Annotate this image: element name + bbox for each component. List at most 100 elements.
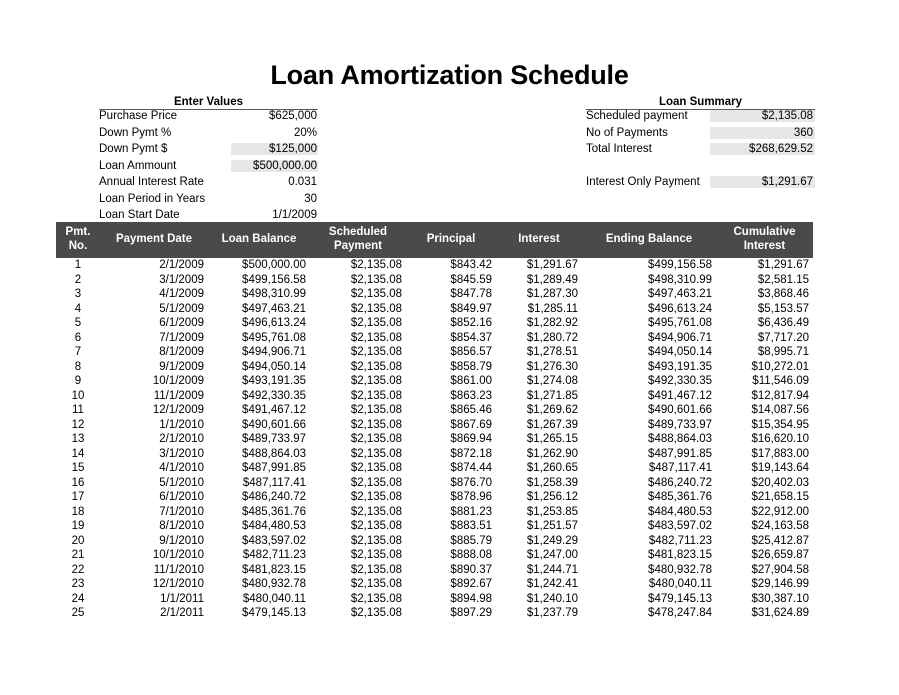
cell-payment_date: 1/1/2010 <box>100 418 208 433</box>
cell-cumulative: $16,620.10 <box>716 432 813 447</box>
cell-principal: $845.59 <box>406 273 496 288</box>
cell-interest: $1,278.51 <box>496 345 582 360</box>
cell-pmt_no: 11 <box>56 403 100 418</box>
cell-interest: $1,274.08 <box>496 374 582 389</box>
cell-loan_balance: $480,932.78 <box>208 577 310 592</box>
cell-loan_balance: $481,823.15 <box>208 563 310 578</box>
cell-scheduled: $2,135.08 <box>310 403 406 418</box>
cell-principal: $876.70 <box>406 476 496 491</box>
cell-ending_balance: $485,361.76 <box>582 490 716 505</box>
cell-loan_balance: $498,310.99 <box>208 287 310 302</box>
cell-cumulative: $26,659.87 <box>716 548 813 563</box>
cell-payment_date: 8/1/2009 <box>100 345 208 360</box>
cell-pmt_no: 24 <box>56 592 100 607</box>
loan-summary-value[interactable]: $268,629.52 <box>710 143 815 155</box>
cell-cumulative: $6,436.49 <box>716 316 813 331</box>
cell-cumulative: $8,995.71 <box>716 345 813 360</box>
cell-ending_balance: $482,711.23 <box>582 534 716 549</box>
cell-cumulative: $25,412.87 <box>716 534 813 549</box>
cell-principal: $869.94 <box>406 432 496 447</box>
cell-ending_balance: $483,597.02 <box>582 519 716 534</box>
cell-principal: $885.79 <box>406 534 496 549</box>
cell-principal: $888.08 <box>406 548 496 563</box>
cell-payment_date: 12/1/2009 <box>100 403 208 418</box>
table-body: 12/1/2009$500,000.00$2,135.08$843.42$1,2… <box>56 258 813 621</box>
loan-summary-label: Total Interest <box>586 143 710 155</box>
enter-values-value: 20% <box>231 127 318 139</box>
table-row: 56/1/2009$496,613.24$2,135.08$852.16$1,2… <box>56 316 813 331</box>
cell-interest: $1,237.79 <box>496 606 582 621</box>
cell-interest: $1,271.85 <box>496 389 582 404</box>
enter-values-value[interactable]: $500,000.00 <box>231 160 318 172</box>
cell-scheduled: $2,135.08 <box>310 287 406 302</box>
cell-interest: $1,276.30 <box>496 360 582 375</box>
cell-interest: $1,247.00 <box>496 548 582 563</box>
cell-payment_date: 7/1/2010 <box>100 505 208 520</box>
cell-payment_date: 11/1/2009 <box>100 389 208 404</box>
cell-payment_date: 5/1/2009 <box>100 302 208 317</box>
cell-loan_balance: $495,761.08 <box>208 331 310 346</box>
cell-ending_balance: $484,480.53 <box>582 505 716 520</box>
table-row: 89/1/2009$494,050.14$2,135.08$858.79$1,2… <box>56 360 813 375</box>
cell-interest: $1,265.15 <box>496 432 582 447</box>
loan-summary-value[interactable]: $1,291.67 <box>710 176 815 188</box>
table-row: 241/1/2011$480,040.11$2,135.08$894.98$1,… <box>56 592 813 607</box>
column-header-line2: Interest <box>720 240 809 254</box>
column-header-ending_balance: Ending Balance <box>582 222 716 258</box>
loan-summary-panel: Loan Summary Scheduled payment$2,135.08N… <box>586 96 815 192</box>
amortization-schedule-table: Pmt.No.Payment DateLoan BalanceScheduled… <box>56 222 813 621</box>
cell-loan_balance: $479,145.13 <box>208 606 310 621</box>
cell-interest: $1,260.65 <box>496 461 582 476</box>
cell-pmt_no: 20 <box>56 534 100 549</box>
enter-values-label: Loan Ammount <box>99 160 231 172</box>
loan-summary-label: Interest Only Payment <box>586 176 710 188</box>
cell-interest: $1,251.57 <box>496 519 582 534</box>
cell-scheduled: $2,135.08 <box>310 432 406 447</box>
cell-pmt_no: 21 <box>56 548 100 563</box>
table-row: 1011/1/2009$492,330.35$2,135.08$863.23$1… <box>56 389 813 404</box>
cell-loan_balance: $483,597.02 <box>208 534 310 549</box>
cell-ending_balance: $499,156.58 <box>582 258 716 273</box>
table-row: 1112/1/2009$491,467.12$2,135.08$865.46$1… <box>56 403 813 418</box>
cell-cumulative: $12,817.94 <box>716 389 813 404</box>
enter-values-value: 0.031 <box>231 176 318 188</box>
loan-summary-value[interactable]: 360 <box>710 127 815 139</box>
cell-loan_balance: $490,601.66 <box>208 418 310 433</box>
enter-values-label: Loan Period in Years <box>99 193 231 205</box>
cell-cumulative: $22,912.00 <box>716 505 813 520</box>
cell-pmt_no: 3 <box>56 287 100 302</box>
cell-pmt_no: 6 <box>56 331 100 346</box>
enter-values-value[interactable]: $125,000 <box>231 143 318 155</box>
table-row: 910/1/2009$493,191.35$2,135.08$861.00$1,… <box>56 374 813 389</box>
cell-payment_date: 5/1/2010 <box>100 476 208 491</box>
cell-pmt_no: 16 <box>56 476 100 491</box>
cell-ending_balance: $496,613.24 <box>582 302 716 317</box>
enter-values-row: Down Pymt %20% <box>99 127 318 144</box>
cell-ending_balance: $490,601.66 <box>582 403 716 418</box>
cell-payment_date: 3/1/2009 <box>100 273 208 288</box>
cell-ending_balance: $497,463.21 <box>582 287 716 302</box>
table-row: 143/1/2010$488,864.03$2,135.08$872.18$1,… <box>56 447 813 462</box>
column-header-line2: Payment <box>314 240 402 254</box>
cell-pmt_no: 5 <box>56 316 100 331</box>
cell-principal: $861.00 <box>406 374 496 389</box>
loan-summary-spacer <box>586 160 815 176</box>
cell-pmt_no: 13 <box>56 432 100 447</box>
column-header-payment_date: Payment Date <box>100 222 208 258</box>
enter-values-label: Down Pymt % <box>99 127 231 139</box>
loan-summary-value[interactable]: $2,135.08 <box>710 110 815 122</box>
table-row: 2211/1/2010$481,823.15$2,135.08$890.37$1… <box>56 563 813 578</box>
cell-payment_date: 12/1/2010 <box>100 577 208 592</box>
cell-ending_balance: $479,145.13 <box>582 592 716 607</box>
cell-payment_date: 3/1/2010 <box>100 447 208 462</box>
table-row: 176/1/2010$486,240.72$2,135.08$878.96$1,… <box>56 490 813 505</box>
table-row: 198/1/2010$484,480.53$2,135.08$883.51$1,… <box>56 519 813 534</box>
cell-loan_balance: $482,711.23 <box>208 548 310 563</box>
loan-summary-row: Scheduled payment$2,135.08 <box>586 110 815 127</box>
cell-ending_balance: $488,864.03 <box>582 432 716 447</box>
cell-loan_balance: $485,361.76 <box>208 505 310 520</box>
cell-cumulative: $1,291.67 <box>716 258 813 273</box>
enter-values-panel: Enter Values Purchase Price$625,000Down … <box>99 96 318 226</box>
cell-payment_date: 10/1/2010 <box>100 548 208 563</box>
cell-loan_balance: $480,040.11 <box>208 592 310 607</box>
